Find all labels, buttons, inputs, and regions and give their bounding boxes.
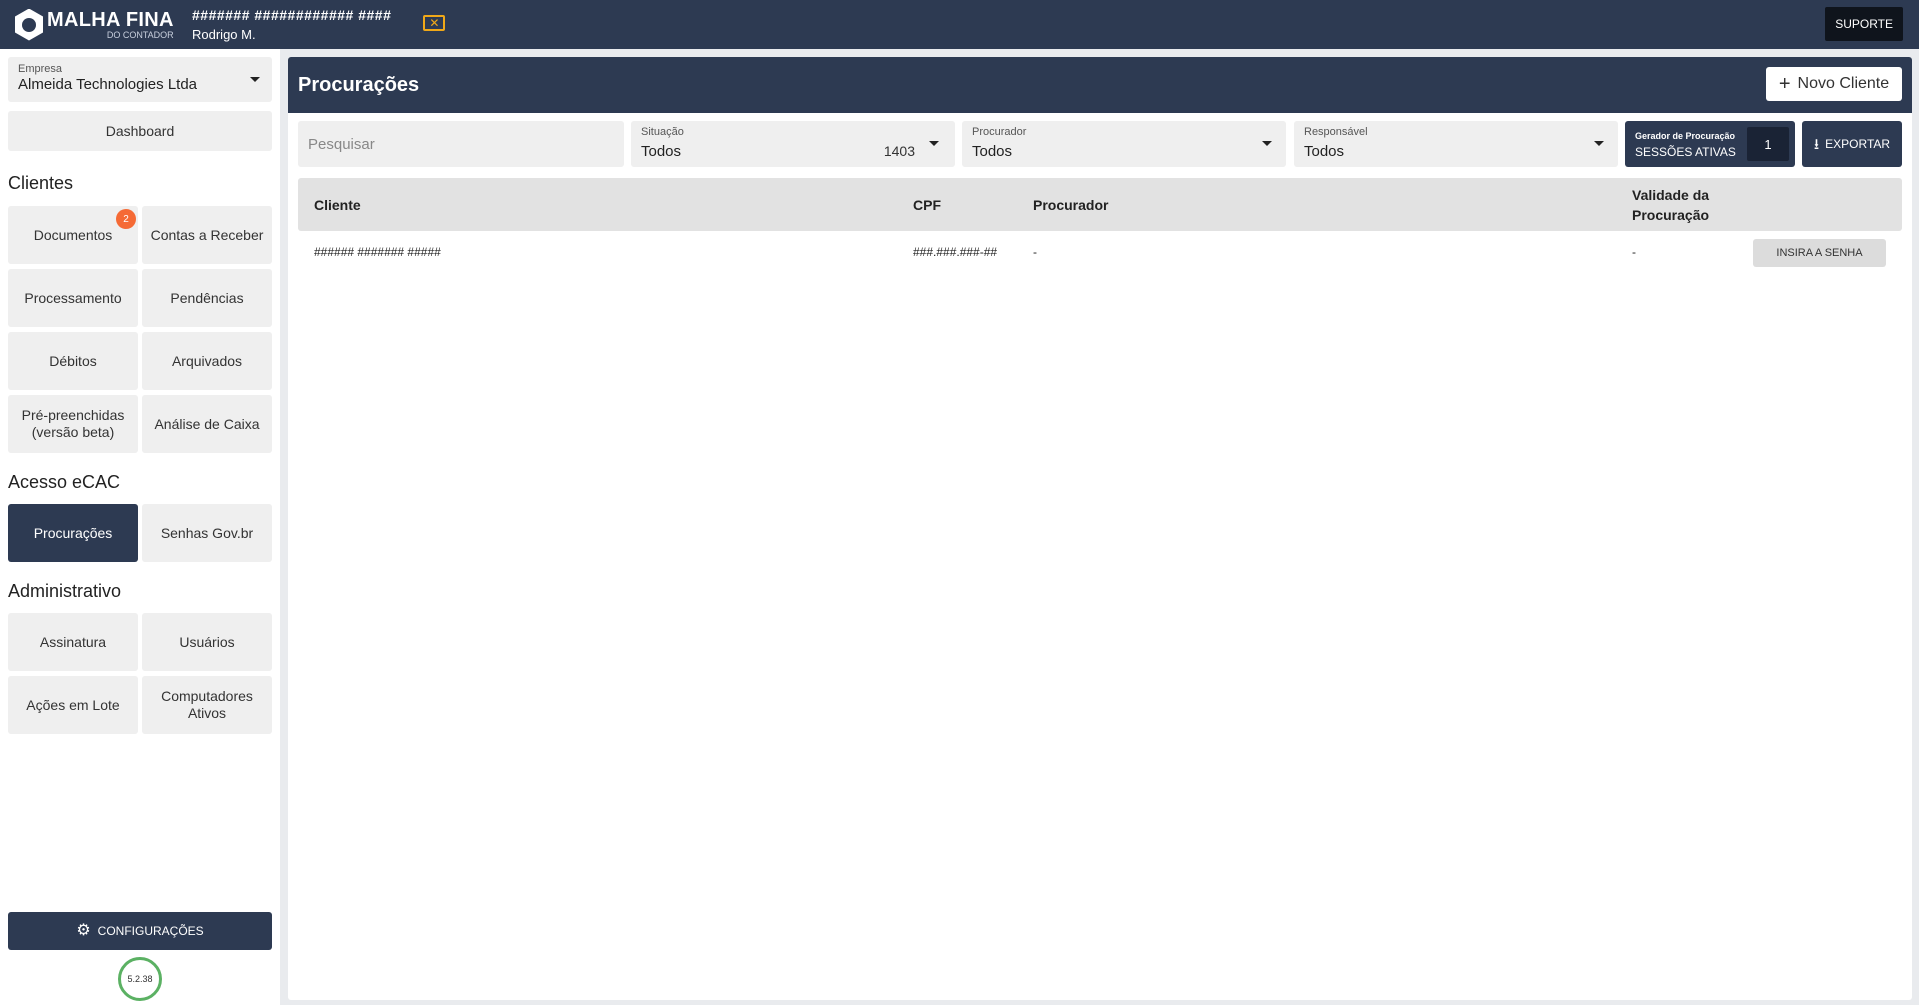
active-sessions-count: 1: [1747, 127, 1789, 161]
company-select-value: Almeida Technologies Ltda: [18, 76, 198, 93]
column-header-cpf[interactable]: CPF: [913, 196, 941, 216]
sidebar-item-computadores-ativos[interactable]: Computadores Ativos: [142, 676, 272, 734]
new-client-button-label: Novo Cliente: [1797, 75, 1890, 92]
notification-badge: 2: [116, 209, 136, 229]
situacao-select[interactable]: Situação Todos 1403: [631, 121, 955, 167]
cell-cliente: ###### ####### #####: [314, 245, 441, 259]
sidebar-item-analise-caixa[interactable]: Análise de Caixa: [142, 395, 272, 453]
export-button[interactable]: ⭳ EXPORTAR: [1802, 121, 1902, 167]
user-masked-text: ####### ############ ####: [192, 6, 392, 23]
search-field[interactable]: [298, 121, 624, 167]
logo-icon: [15, 8, 43, 41]
sidebar-item-usuarios[interactable]: Usuários: [142, 613, 272, 671]
insert-password-button[interactable]: INSIRA A SENHA: [1753, 239, 1886, 267]
chevron-down-icon: [250, 77, 260, 82]
situacao-label: Situação: [641, 126, 684, 138]
column-header-validade[interactable]: Validade da Procuração: [1632, 186, 1732, 225]
gerador-title: Gerador de Procuração: [1635, 131, 1736, 141]
close-square-icon[interactable]: ✕: [423, 14, 446, 31]
settings-button[interactable]: ⚙ CONFIGURAÇÕES: [8, 912, 272, 950]
sidebar: Empresa Almeida Technologies Ltda Dashbo…: [0, 49, 280, 1005]
responsavel-label: Responsável: [1304, 126, 1368, 138]
gerador-procuracao-status[interactable]: Gerador de Procuração SESSÕES ATIVAS 1: [1625, 121, 1795, 167]
sidebar-item-debitos[interactable]: Débitos: [8, 332, 138, 390]
situacao-value: Todos: [641, 143, 682, 160]
settings-button-label: CONFIGURAÇÕES: [97, 924, 204, 938]
cell-cpf: ###.###.###-##: [913, 245, 998, 259]
section-title-clientes: Clientes: [8, 173, 74, 193]
procurador-value: Todos: [972, 143, 1013, 160]
sidebar-item-pre-preenchidas[interactable]: Pré-preenchidas (versão beta): [8, 395, 138, 453]
company-select-label: Empresa: [18, 63, 63, 75]
page-title: Procurações: [298, 74, 420, 96]
situacao-count: 1403: [883, 143, 915, 159]
main-panel: Procurações + Novo Cliente Situação Todo…: [288, 57, 1912, 1000]
logo-sub-text: DO CONTADOR: [106, 29, 174, 40]
new-client-button[interactable]: + Novo Cliente: [1766, 67, 1902, 101]
chevron-down-icon: [1262, 141, 1272, 146]
sidebar-item-contas-receber[interactable]: Contas a Receber: [142, 206, 272, 264]
table-header: Cliente CPF Procurador Validade da Procu…: [298, 178, 1902, 231]
gear-icon: ⚙: [76, 922, 91, 939]
search-input[interactable]: [308, 121, 618, 167]
responsavel-value: Todos: [1304, 143, 1345, 160]
logo-main-text: MALHA FINA: [47, 8, 174, 31]
sidebar-item-label: Documentos: [33, 226, 113, 243]
sidebar-item-processamento[interactable]: Processamento: [8, 269, 138, 327]
column-header-cliente[interactable]: Cliente: [314, 196, 361, 216]
chevron-down-icon: [1594, 141, 1604, 146]
chevron-down-icon: [929, 141, 939, 146]
section-title-administrativo: Administrativo: [8, 581, 122, 601]
main-header: Procurações + Novo Cliente: [288, 57, 1912, 113]
sidebar-item-procuracoes[interactable]: Procurações: [8, 504, 138, 562]
company-select[interactable]: Empresa Almeida Technologies Ltda: [8, 57, 272, 102]
top-bar: MALHA FINA DO CONTADOR ####### #########…: [0, 0, 1919, 49]
sidebar-item-senhas-gov[interactable]: Senhas Gov.br: [142, 504, 272, 562]
gerador-sub: SESSÕES ATIVAS: [1635, 145, 1736, 159]
cell-procurador: -: [1033, 245, 1037, 259]
user-name: Rodrigo M.: [192, 26, 256, 42]
support-button[interactable]: SUPORTE: [1825, 7, 1903, 41]
version-badge: 5.2.38: [118, 957, 162, 1001]
sidebar-item-acoes-lote[interactable]: Ações em Lote: [8, 676, 138, 734]
sidebar-item-arquivados[interactable]: Arquivados: [142, 332, 272, 390]
procurador-select[interactable]: Procurador Todos: [962, 121, 1286, 167]
procurador-label: Procurador: [972, 126, 1027, 138]
cell-validade: -: [1632, 245, 1636, 259]
dashboard-button[interactable]: Dashboard: [8, 111, 272, 151]
export-button-label: EXPORTAR: [1825, 137, 1891, 151]
section-title-acesso-ecac: Acesso eCAC: [8, 472, 121, 492]
table-row: ###### ####### ##### ###.###.###-## - - …: [298, 231, 1902, 277]
download-icon: ⭳: [1813, 135, 1820, 153]
responsavel-select[interactable]: Responsável Todos: [1294, 121, 1618, 167]
sidebar-item-pendencias[interactable]: Pendências: [142, 269, 272, 327]
plus-icon: +: [1778, 73, 1791, 95]
user-info: ####### ############ #### Rodrigo M.: [192, 7, 391, 42]
logo[interactable]: MALHA FINA DO CONTADOR: [15, 5, 175, 45]
sidebar-item-assinatura[interactable]: Assinatura: [8, 613, 138, 671]
column-header-procurador[interactable]: Procurador: [1033, 196, 1108, 216]
